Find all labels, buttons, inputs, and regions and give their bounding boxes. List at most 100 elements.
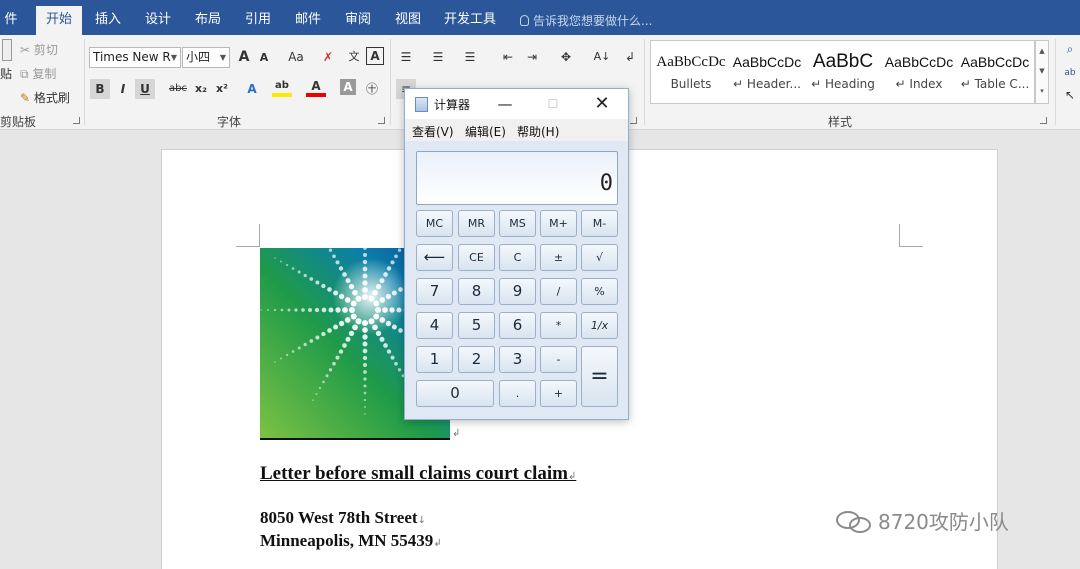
key-decimal[interactable]: . [499,380,536,407]
key-8[interactable]: 8 [458,278,495,305]
replace-icon[interactable]: ab [1060,63,1080,83]
key-mc[interactable]: MC [416,210,453,237]
chinese-layout-icon[interactable]: ✥ [556,47,576,67]
styles-scrollbar[interactable]: ▲ ▼ ▾ [1035,40,1049,104]
maximize-button[interactable]: ☐ [542,93,564,115]
menu-help[interactable]: 帮助(H) [517,123,559,140]
close-button[interactable]: ✕ [591,93,613,115]
format-painter-button[interactable]: ✎ 格式刷 [20,89,70,106]
key-2[interactable]: 2 [458,346,495,373]
bold-button[interactable]: B [90,79,110,99]
styles-launcher-icon[interactable] [1040,117,1047,124]
menu-edit[interactable]: 编辑(E) [465,123,506,140]
key-equals[interactable]: = [581,346,618,407]
key-0[interactable]: 0 [416,380,494,407]
style-index[interactable]: AaBbCcDc ↵ Index [881,47,957,103]
tab-view[interactable]: 视图 [386,0,430,35]
cut-button[interactable]: ✂ 剪切 [20,41,58,58]
letter-title-text: Letter before small claims court claim [260,463,568,484]
tab-home[interactable]: 开始 [36,6,82,35]
font-name-combo[interactable]: Times New R ▼ [89,47,181,68]
letter-title[interactable]: Letter before small claims court claim↲ [260,463,576,485]
underline-button[interactable]: U [135,79,155,99]
phonetic-guide-icon[interactable]: 文 [344,47,364,67]
key-plus-minus[interactable]: ± [540,244,577,271]
chevron-up-icon[interactable]: ▲ [1036,41,1048,61]
tab-review[interactable]: 审阅 [336,0,380,35]
font-size-combo[interactable]: 小四 ▼ [182,47,230,68]
key-subtract[interactable]: - [540,346,577,373]
clipboard-launcher-icon[interactable] [73,117,80,124]
find-icon[interactable]: ⌕ [1060,39,1080,59]
key-ce[interactable]: CE [458,244,495,271]
grow-font-button[interactable]: A [234,47,254,67]
style-heading[interactable]: AaBbC ↵ Heading [805,47,881,103]
crop-mark [236,246,260,247]
copy-button[interactable]: ⧉ 复制 [20,65,56,82]
style-header[interactable]: AaBbCcDc ↵ Header... [729,47,805,103]
highlight-color-icon[interactable]: ab [272,79,292,97]
key-1[interactable]: 1 [416,346,453,373]
clear-format-icon[interactable]: ✗ [318,47,338,67]
superscript-button[interactable]: x² [212,79,232,99]
address-line-2[interactable]: Minneapolis, MN 55439↲ [260,531,442,551]
numbering-icon[interactable]: ☰ [428,47,448,67]
style-bullets[interactable]: AaBbCcDc Bullets [653,47,729,103]
bullets-icon[interactable]: ☰ [396,47,416,67]
tell-me-search[interactable]: 告诉我您想要做什么... [520,12,652,29]
key-percent[interactable]: % [581,278,618,305]
tab-file[interactable]: 件 [0,0,22,35]
style-name: ↵ Heading [811,77,875,91]
key-4[interactable]: 4 [416,312,453,339]
italic-button[interactable]: I [113,79,133,99]
sort-icon[interactable]: A↓ [592,47,612,67]
select-icon[interactable]: ↖ [1060,85,1080,105]
tab-developer[interactable]: 开发工具 [438,0,502,35]
change-case-button[interactable]: Aa [282,47,310,67]
key-m-plus[interactable]: M+ [540,210,577,237]
more-icon[interactable]: ▾ [1036,81,1048,101]
key-m-minus[interactable]: M- [581,210,618,237]
font-launcher-icon[interactable] [378,117,385,124]
shrink-font-button[interactable]: A [254,48,274,68]
key-multiply[interactable]: * [540,312,577,339]
key-5[interactable]: 5 [458,312,495,339]
paste-button[interactable]: 贴 [0,65,12,82]
show-marks-icon[interactable]: ↲ [620,47,640,67]
multilevel-list-icon[interactable]: ☰ [460,47,480,67]
text-effects-icon[interactable]: A [242,79,262,99]
strikethrough-button[interactable]: abc [166,79,190,99]
key-3[interactable]: 3 [499,346,536,373]
menu-view[interactable]: 查看(V) [412,123,454,140]
char-border-icon[interactable]: A [366,47,384,65]
tab-layout[interactable]: 布局 [186,0,230,35]
enclose-char-icon[interactable]: ㊉ [362,79,382,99]
tab-references[interactable]: 引用 [236,0,280,35]
key-ms[interactable]: MS [499,210,536,237]
key-divide[interactable]: / [540,278,577,305]
style-table-caption[interactable]: AaBbCcDc ↵ Table C... [957,47,1033,103]
key-6[interactable]: 6 [499,312,536,339]
increase-indent-icon[interactable]: ⇥ [522,47,542,67]
decrease-indent-icon[interactable]: ⇤ [498,47,518,67]
tab-mailings[interactable]: 邮件 [286,0,330,35]
tab-design[interactable]: 设计 [136,0,180,35]
subscript-button[interactable]: x₂ [191,79,211,99]
key-sqrt[interactable]: √ [581,244,618,271]
chevron-down-icon[interactable]: ▼ [1036,61,1048,81]
key-mr[interactable]: MR [458,210,495,237]
key-add[interactable]: + [540,380,577,407]
key-backspace[interactable]: ⟵ [416,244,453,271]
key-reciprocal[interactable]: 1/x [581,312,618,339]
key-7[interactable]: 7 [416,278,453,305]
address-line-1[interactable]: 8050 West 78th Street↓ [260,508,426,528]
paragraph-launcher-icon[interactable] [630,117,637,124]
key-c[interactable]: C [499,244,536,271]
calculator-window[interactable]: 计算器 — ☐ ✕ 查看(V) 编辑(E) 帮助(H) 0 MC MR MS M… [404,88,629,420]
tab-insert[interactable]: 插入 [86,0,130,35]
minimize-button[interactable]: — [494,93,516,115]
key-9[interactable]: 9 [499,278,536,305]
char-shading-icon[interactable]: A [340,79,356,95]
calculator-titlebar[interactable]: 计算器 — ☐ ✕ [405,89,628,119]
font-color-icon[interactable]: A [306,79,326,97]
